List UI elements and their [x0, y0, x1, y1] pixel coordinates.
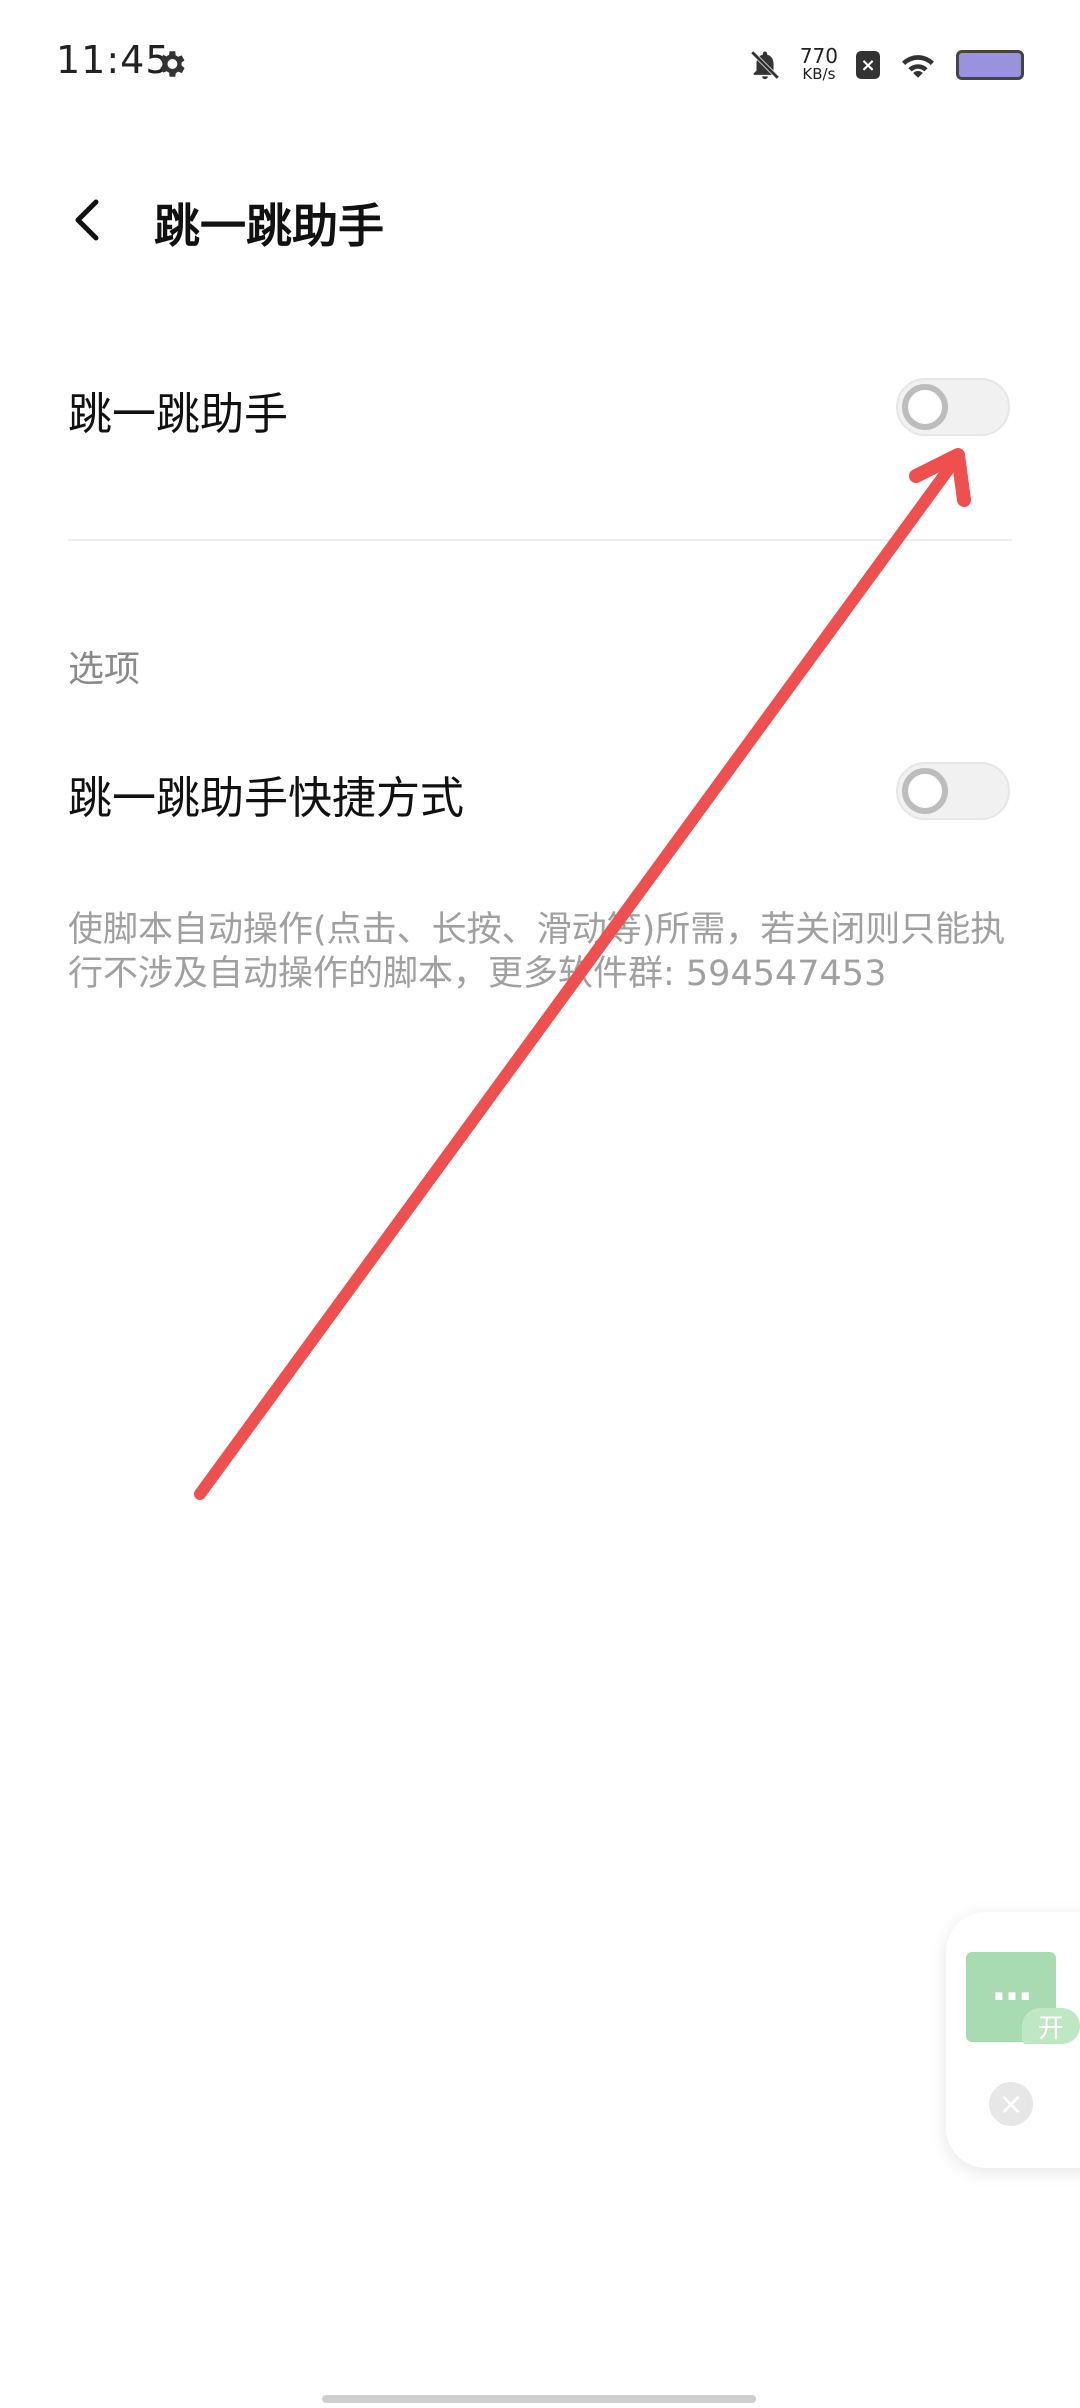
sim-x-icon: ×	[856, 51, 880, 79]
section-title: 选项	[68, 649, 141, 690]
gear-icon	[160, 51, 185, 77]
main-toggle-label: 跳一跳助手	[68, 389, 288, 440]
shortcut-toggle-label: 跳一跳助手快捷方式	[68, 773, 464, 824]
description-text: 使脚本自动操作(点击、长按、滑动等)所需，若关闭则只能执行不涉及自动操作的脚本，…	[68, 910, 1006, 994]
header: 跳一跳助手	[0, 160, 1080, 280]
arrow-head	[909, 448, 971, 507]
divider	[68, 539, 1012, 541]
status-icons: 770 KB/s ×	[748, 40, 1024, 90]
annotation-arrow	[194, 448, 971, 1500]
home-indicator[interactable]	[322, 2395, 756, 2403]
net-speed-unit: KB/s	[802, 65, 836, 83]
toggle-knob	[902, 384, 948, 430]
bell-off-icon	[750, 50, 780, 80]
chevron-left-icon[interactable]	[58, 190, 118, 250]
floating-panel: ··· 开 ×	[946, 1912, 1080, 2168]
main-toggle-switch[interactable]	[896, 378, 1010, 436]
toggle-knob	[902, 768, 948, 814]
shortcut-toggle-row[interactable]: 跳一跳助手快捷方式	[68, 762, 1012, 832]
float-tag: 开	[1022, 2008, 1080, 2044]
page-title: 跳一跳助手	[154, 199, 384, 253]
wifi-icon	[902, 55, 934, 78]
main-toggle-row[interactable]: 跳一跳助手	[68, 378, 1012, 448]
close-icon[interactable]: ×	[989, 2082, 1033, 2126]
shortcut-toggle-switch[interactable]	[896, 762, 1010, 820]
net-speed: 770 KB/s	[799, 44, 838, 83]
battery-icon	[956, 50, 1024, 80]
net-speed-value: 770	[799, 44, 838, 68]
status-bar: 11:45 770 KB/s ×	[0, 0, 1080, 130]
